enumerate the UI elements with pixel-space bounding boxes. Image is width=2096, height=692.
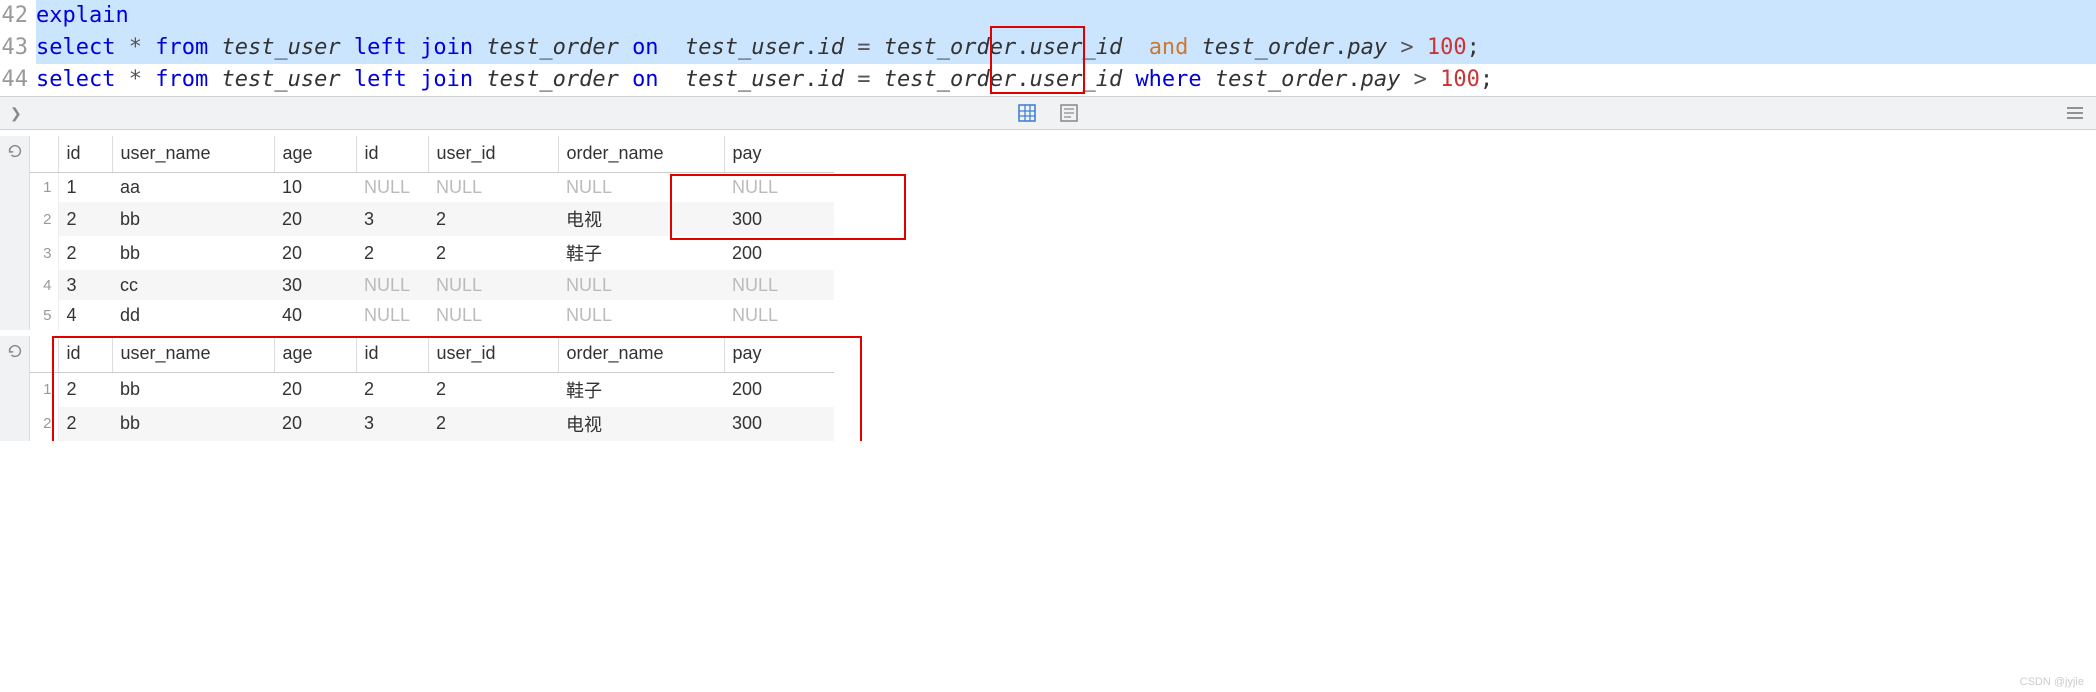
column-header[interactable]: pay: [724, 336, 834, 372]
cell[interactable]: cc: [112, 270, 274, 300]
menu-icon[interactable]: [2064, 102, 2086, 124]
cell[interactable]: NULL: [428, 172, 558, 202]
column-header[interactable]: id: [356, 336, 428, 372]
table-row[interactable]: 43cc30NULLNULLNULLNULL: [30, 270, 834, 300]
cell[interactable]: NULL: [356, 270, 428, 300]
table-row[interactable]: 11aa10NULLNULLNULLNULL: [30, 172, 834, 202]
cell[interactable]: 10: [274, 172, 356, 202]
cell[interactable]: aa: [112, 172, 274, 202]
result-toolbar: ❯: [0, 96, 2096, 130]
row-number: 1: [30, 372, 58, 407]
table-row[interactable]: 12bb2022鞋子200: [30, 372, 834, 407]
column-header[interactable]: id: [356, 136, 428, 172]
cell[interactable]: 20: [274, 407, 356, 441]
cell[interactable]: 2: [58, 372, 112, 407]
column-header[interactable]: id: [58, 136, 112, 172]
cell[interactable]: NULL: [558, 270, 724, 300]
column-header[interactable]: order_name: [558, 136, 724, 172]
results-panel: iduser_nameageiduser_idorder_namepay 11a…: [0, 136, 2096, 447]
cell[interactable]: 2: [356, 236, 428, 270]
cell[interactable]: 2: [356, 372, 428, 407]
cell[interactable]: bb: [112, 202, 274, 236]
result-refresh-gutter[interactable]: [0, 136, 30, 330]
grid-view-icon[interactable]: [1016, 102, 1038, 124]
row-num-header: [30, 136, 58, 172]
cell[interactable]: 鞋子: [558, 372, 724, 407]
cell[interactable]: 200: [724, 372, 834, 407]
column-header[interactable]: user_name: [112, 336, 274, 372]
column-header[interactable]: age: [274, 336, 356, 372]
cell[interactable]: 300: [724, 202, 834, 236]
line-number: 43: [0, 32, 36, 64]
cell[interactable]: 300: [724, 407, 834, 441]
column-header[interactable]: id: [58, 336, 112, 372]
cell[interactable]: bb: [112, 372, 274, 407]
row-number: 2: [30, 202, 58, 236]
cell[interactable]: 2: [58, 236, 112, 270]
column-header[interactable]: order_name: [558, 336, 724, 372]
result-table-1[interactable]: iduser_nameageiduser_idorder_namepay 11a…: [30, 136, 834, 330]
cell[interactable]: 3: [58, 270, 112, 300]
table-row[interactable]: 54dd40NULLNULLNULLNULL: [30, 300, 834, 330]
code-line[interactable]: select * from test_user left join test_o…: [36, 32, 2096, 64]
cell[interactable]: 4: [58, 300, 112, 330]
result-table-2[interactable]: iduser_nameageiduser_idorder_namepay 12b…: [30, 336, 834, 441]
cell[interactable]: NULL: [558, 172, 724, 202]
cell[interactable]: 2: [428, 372, 558, 407]
cell[interactable]: 电视: [558, 407, 724, 441]
row-number: 1: [30, 172, 58, 202]
cell[interactable]: NULL: [356, 300, 428, 330]
cell[interactable]: NULL: [724, 270, 834, 300]
cell[interactable]: bb: [112, 236, 274, 270]
table-row[interactable]: 22bb2032电视300: [30, 202, 834, 236]
chevron-right-icon[interactable]: ❯: [10, 105, 22, 122]
column-header[interactable]: user_name: [112, 136, 274, 172]
cell[interactable]: 2: [58, 202, 112, 236]
cell[interactable]: NULL: [558, 300, 724, 330]
cell[interactable]: 20: [274, 236, 356, 270]
watermark: CSDN @jyjie: [2020, 676, 2084, 688]
column-header[interactable]: user_id: [428, 336, 558, 372]
cell[interactable]: 20: [274, 372, 356, 407]
cell[interactable]: NULL: [356, 172, 428, 202]
code-line[interactable]: select * from test_user left join test_o…: [36, 64, 2096, 96]
cell[interactable]: NULL: [724, 300, 834, 330]
column-header[interactable]: pay: [724, 136, 834, 172]
cell[interactable]: NULL: [428, 300, 558, 330]
result-set-1: iduser_nameageiduser_idorder_namepay 11a…: [0, 136, 2096, 330]
cell[interactable]: 30: [274, 270, 356, 300]
line-number: 42: [0, 0, 36, 32]
row-number: 2: [30, 407, 58, 441]
code-line[interactable]: explain: [36, 0, 2096, 32]
row-number: 4: [30, 270, 58, 300]
cell[interactable]: NULL: [724, 172, 834, 202]
cell[interactable]: bb: [112, 407, 274, 441]
cell[interactable]: 2: [58, 407, 112, 441]
cell[interactable]: 20: [274, 202, 356, 236]
cell[interactable]: NULL: [428, 270, 558, 300]
cell[interactable]: 2: [428, 236, 558, 270]
text-view-icon[interactable]: [1058, 102, 1080, 124]
cell[interactable]: 2: [428, 202, 558, 236]
sql-editor[interactable]: 42explain43select * from test_user left …: [0, 0, 2096, 96]
cell[interactable]: 1: [58, 172, 112, 202]
cell[interactable]: 电视: [558, 202, 724, 236]
row-number: 5: [30, 300, 58, 330]
cell[interactable]: dd: [112, 300, 274, 330]
cell[interactable]: 200: [724, 236, 834, 270]
table-row[interactable]: 22bb2032电视300: [30, 407, 834, 441]
cell[interactable]: 3: [356, 407, 428, 441]
column-header[interactable]: user_id: [428, 136, 558, 172]
cell[interactable]: 40: [274, 300, 356, 330]
row-num-header: [30, 336, 58, 372]
cell[interactable]: 3: [356, 202, 428, 236]
result-refresh-gutter[interactable]: [0, 336, 30, 441]
table-row[interactable]: 32bb2022鞋子200: [30, 236, 834, 270]
cell[interactable]: 2: [428, 407, 558, 441]
cell[interactable]: 鞋子: [558, 236, 724, 270]
result-set-2: iduser_nameageiduser_idorder_namepay 12b…: [0, 336, 2096, 441]
column-header[interactable]: age: [274, 136, 356, 172]
row-number: 3: [30, 236, 58, 270]
line-number: 44: [0, 64, 36, 96]
